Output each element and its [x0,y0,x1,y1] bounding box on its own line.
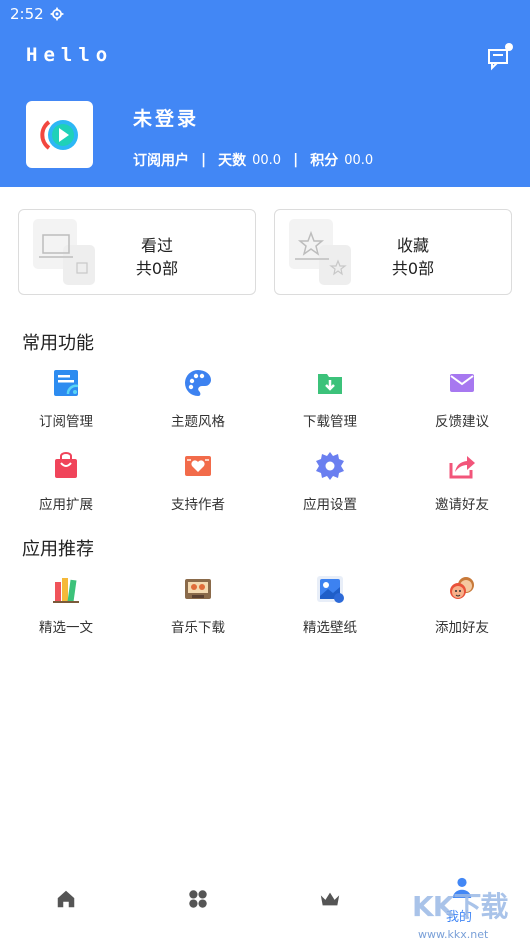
grid-item-label: 支持作者 [171,497,225,513]
nav-vip[interactable] [264,888,396,910]
grid-item-articles[interactable]: 精选一文 [0,574,132,636]
message-icon[interactable] [486,42,516,72]
settings-gear-icon [316,452,344,480]
watermark-url: www.kkx.net [418,928,489,941]
grid-item-theme[interactable]: 主题风格 [132,368,264,430]
app-logo-icon [39,119,78,150]
points-value: 00.0 [344,152,374,168]
card-count: 共0部 [135,259,179,278]
section-title-recommend: 应用推荐 [22,539,94,560]
section-title-common: 常用功能 [22,333,94,354]
nav-grid[interactable] [132,888,264,910]
grid-item-label: 应用设置 [303,497,357,513]
status-time: 2:52 [10,5,44,23]
status-bar: 2:52 [10,4,64,24]
grid-item-feedback[interactable]: 反馈建议 [396,368,528,430]
grid-item-extensions[interactable]: 应用扩展 [0,451,132,513]
grid-item-label: 订阅管理 [39,414,93,430]
avatar[interactable] [26,101,93,168]
points-label: 积分 [310,153,339,169]
grid-item-label: 音乐下载 [171,620,225,636]
grid-item-invite[interactable]: 邀请好友 [396,451,528,513]
grid-item-label: 反馈建议 [435,414,489,430]
books-icon [53,578,79,603]
heart-card-icon [185,456,211,476]
crown-icon [320,892,340,906]
subscription-icon [54,370,79,396]
days-label: 天数 [218,153,247,169]
grid-item-support[interactable]: 支持作者 [132,451,264,513]
grid-item-subscription[interactable]: 订阅管理 [0,368,132,430]
grid-item-label: 邀请好友 [435,497,489,513]
shopping-bag-icon [55,452,77,478]
grid-item-label: 应用扩展 [39,497,93,513]
user-meta: 订阅用户 | 天数 00.0 | 积分 00.0 [133,150,373,170]
grid-item-download[interactable]: 下载管理 [264,368,396,430]
grid-item-label: 精选一文 [39,620,93,636]
grid-item-label: 精选壁纸 [303,620,357,636]
separator: | [293,152,299,168]
card-title: 收藏 [396,236,429,255]
grid-item-wallpaper[interactable]: 精选壁纸 [264,574,396,636]
favorites-card[interactable]: 收藏 共0部 [274,209,512,295]
mail-icon [450,374,474,392]
grid-item-music[interactable]: 音乐下载 [132,574,264,636]
friends-icon [450,577,474,599]
card-title: 看过 [140,236,173,255]
page-title: Hello [26,44,114,66]
watermark-logo: KK下载 [412,890,508,923]
days-value: 00.0 [252,152,282,168]
grid-item-label: 添加好友 [435,620,489,636]
user-role: 订阅用户 [133,153,189,169]
grid-item-settings[interactable]: 应用设置 [264,451,396,513]
separator: | [201,152,207,168]
gear-icon [50,7,64,21]
nav-home[interactable] [0,888,132,910]
grid-icon [189,890,207,908]
header: 2:52 Hello 未登录 订阅用户 | 天数 00.0 | 积分 00.0 [0,0,530,187]
share-icon [449,456,475,479]
home-icon [57,890,75,908]
wallpaper-icon [317,576,344,603]
history-card[interactable]: 看过 共0部 [18,209,256,295]
download-folder-icon [318,374,342,394]
grid-item-friends[interactable]: 添加好友 [396,574,528,636]
cassette-icon [185,579,211,599]
grid-item-label: 主题风格 [171,414,225,430]
card-count: 共0部 [391,259,435,278]
grid-item-label: 下载管理 [303,414,357,430]
palette-icon [185,370,211,396]
user-name[interactable]: 未登录 [133,104,199,131]
